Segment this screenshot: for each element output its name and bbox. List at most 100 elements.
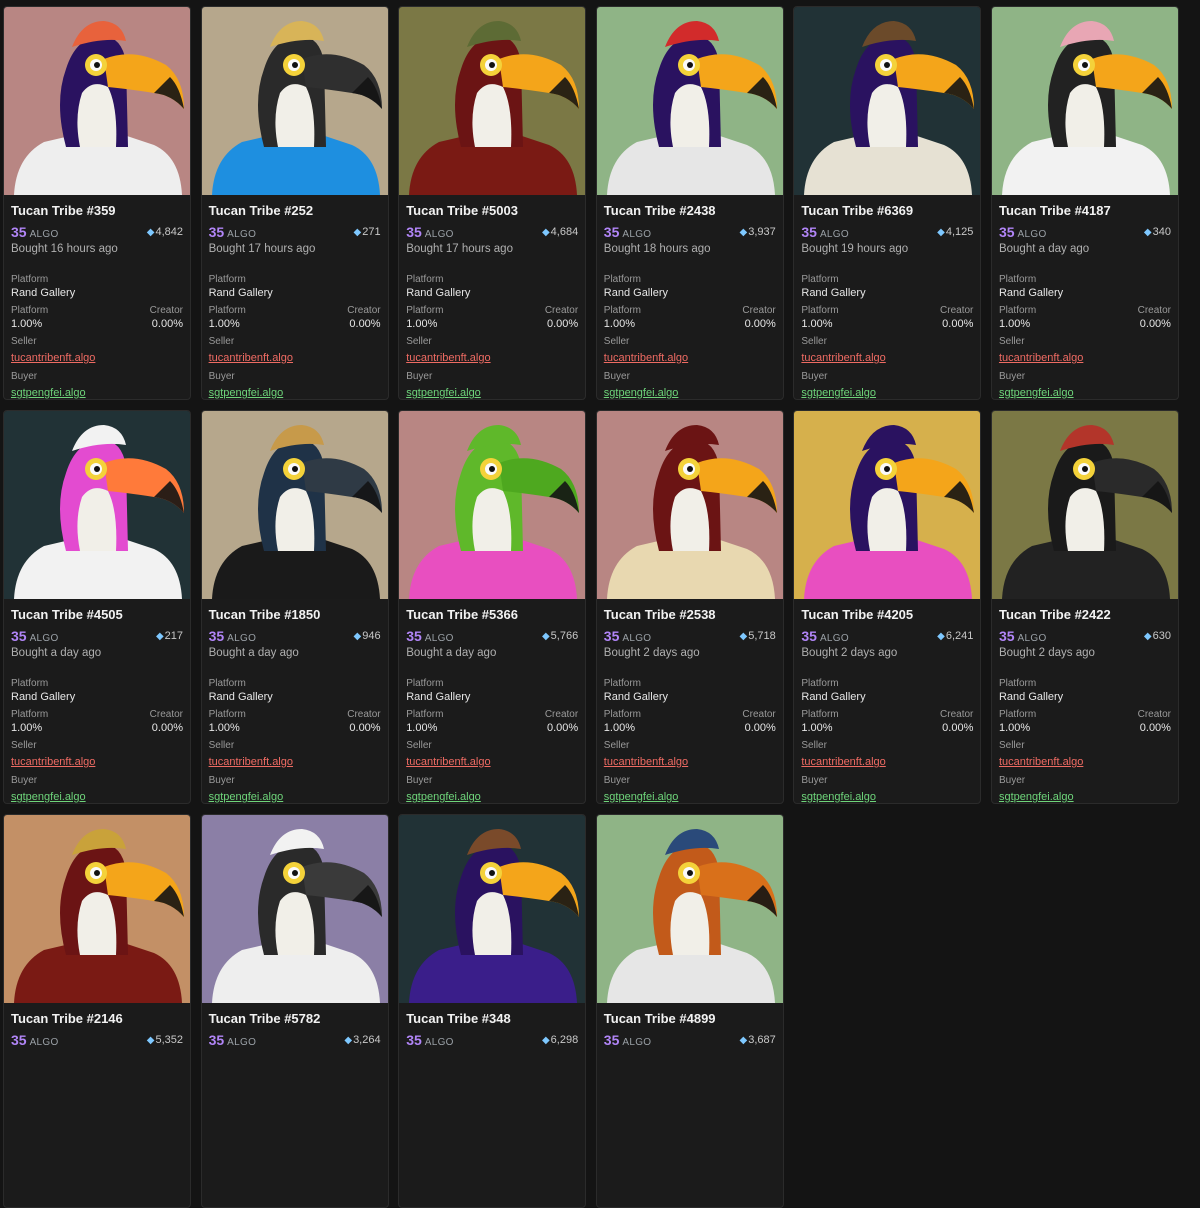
- nft-sale-card[interactable]: Tucan Tribe #2146 35 ALGO ◆ 5,352: [3, 814, 191, 1208]
- nft-sale-card[interactable]: Tucan Tribe #1850 35 ALGO ◆ 946 Bought a d…: [200, 410, 389, 804]
- fees-row: Platform 1.00% Creator 0.00%: [604, 709, 776, 735]
- nft-thumbnail[interactable]: [991, 7, 1178, 195]
- nft-sale-card[interactable]: Tucan Tribe #5366 35 ALGO ◆ 5,766 Bought a…: [398, 410, 587, 804]
- seller-link[interactable]: tucantribenft.algo: [11, 351, 95, 365]
- nft-thumbnail[interactable]: [399, 815, 586, 1003]
- buyer-link[interactable]: sgtpengfei.algo: [999, 386, 1074, 399]
- nft-sale-card[interactable]: Tucan Tribe #5782 35 ALGO ◆ 3,264: [200, 814, 389, 1208]
- buyer-link[interactable]: sgtpengfei.algo: [209, 790, 284, 803]
- nft-thumbnail[interactable]: [596, 411, 783, 599]
- buyer-label: Buyer: [998, 775, 1026, 786]
- seller-link[interactable]: tucantribenft.algo: [801, 755, 885, 769]
- seller-link[interactable]: tucantribenft.algo: [209, 351, 293, 365]
- price-row: 35 ALGO ◆ 5,766: [406, 628, 578, 644]
- buyer-link[interactable]: sgtpengfei.algo: [999, 790, 1074, 803]
- price-row: 35 ALGO ◆ 5,718: [604, 628, 776, 644]
- nft-title[interactable]: Tucan Tribe #5003: [406, 203, 578, 219]
- seller-link[interactable]: tucantribenft.algo: [604, 351, 688, 365]
- nft-title[interactable]: Tucan Tribe #4205: [801, 607, 973, 623]
- currency-label: ALGO: [819, 229, 849, 240]
- price-row: 35 ALGO ◆ 271: [209, 224, 381, 240]
- seller-block: Seller tucantribenft.algo: [801, 740, 973, 770]
- buyer-link[interactable]: sgtpengfei.algo: [604, 790, 679, 803]
- nft-sale-card[interactable]: Tucan Tribe #2538 35 ALGO ◆ 5,718 Bought 2…: [595, 410, 784, 804]
- buyer-label: Buyer: [801, 775, 828, 786]
- nft-thumbnail[interactable]: [794, 7, 981, 195]
- nft-thumbnail[interactable]: [399, 7, 586, 195]
- nft-sale-card[interactable]: Tucan Tribe #4899 35 ALGO ◆ 3,687: [595, 814, 784, 1208]
- nft-sale-card[interactable]: Tucan Tribe #2438 35 ALGO ◆ 3,937 Bought 1…: [595, 6, 784, 400]
- diamond-icon: ◆: [1143, 226, 1152, 238]
- toucan-image: [4, 411, 190, 599]
- creator-fee: 0.00%: [546, 722, 579, 734]
- platform-fee-label: Platform: [406, 305, 444, 316]
- nft-sale-card[interactable]: Tucan Tribe #4187 35 ALGO ◆ 340 Bought a d…: [990, 6, 1179, 400]
- buyer-block: Buyer sgtpengfei.algo: [801, 775, 973, 803]
- currency-label: ALGO: [29, 1037, 59, 1048]
- seller-label: Seller: [801, 336, 827, 347]
- nft-thumbnail[interactable]: [201, 7, 388, 195]
- buyer-link[interactable]: sgtpengfei.algo: [209, 386, 284, 399]
- nft-title[interactable]: Tucan Tribe #348: [406, 1011, 578, 1027]
- nft-thumbnail[interactable]: [4, 815, 190, 1003]
- nft-thumbnail[interactable]: [596, 815, 783, 1003]
- nft-sale-card[interactable]: Tucan Tribe #359 35 ALGO ◆ 4,842 Bought 16…: [3, 6, 191, 400]
- seller-link[interactable]: tucantribenft.algo: [801, 351, 885, 365]
- nft-thumbnail[interactable]: [794, 411, 981, 599]
- buyer-link[interactable]: sgtpengfei.algo: [406, 386, 481, 399]
- nft-title[interactable]: Tucan Tribe #4899: [604, 1011, 776, 1027]
- nft-title[interactable]: Tucan Tribe #252: [209, 203, 381, 219]
- sale-time: Bought a day ago: [11, 647, 102, 659]
- nft-sale-card[interactable]: Tucan Tribe #4505 35 ALGO ◆ 217 Bought a d…: [3, 410, 191, 804]
- nft-title[interactable]: Tucan Tribe #4187: [999, 203, 1171, 219]
- nft-title[interactable]: Tucan Tribe #5782: [209, 1011, 381, 1027]
- nft-thumbnail[interactable]: [399, 411, 586, 599]
- nft-sale-card[interactable]: Tucan Tribe #252 35 ALGO ◆ 271 Bought 17 h…: [200, 6, 389, 400]
- nft-title[interactable]: Tucan Tribe #2538: [604, 607, 776, 623]
- nft-sale-card[interactable]: Tucan Tribe #4205 35 ALGO ◆ 6,241 Bought 2…: [793, 410, 982, 804]
- seller-link[interactable]: tucantribenft.algo: [406, 351, 490, 365]
- nft-title[interactable]: Tucan Tribe #359: [11, 203, 183, 219]
- buyer-link[interactable]: sgtpengfei.algo: [406, 790, 481, 803]
- buyer-link[interactable]: sgtpengfei.algo: [801, 386, 876, 399]
- price: 35 ALGO: [208, 628, 257, 644]
- nft-title[interactable]: Tucan Tribe #2146: [11, 1011, 183, 1027]
- nft-thumbnail[interactable]: [4, 7, 190, 195]
- currency-label: ALGO: [29, 633, 59, 644]
- platform-fee: 1.00%: [406, 318, 438, 330]
- rarity-rank: ◆ 630: [1143, 630, 1171, 642]
- rarity-rank: ◆ 4,684: [541, 226, 579, 238]
- nft-thumbnail[interactable]: [201, 815, 388, 1003]
- seller-link[interactable]: tucantribenft.algo: [406, 755, 490, 769]
- nft-title[interactable]: Tucan Tribe #1850: [209, 607, 381, 623]
- seller-link[interactable]: tucantribenft.algo: [11, 755, 95, 769]
- nft-sale-card[interactable]: Tucan Tribe #2422 35 ALGO ◆ 630 Bought 2 d…: [990, 410, 1179, 804]
- platform-label: Platform: [406, 274, 444, 285]
- buyer-link[interactable]: sgtpengfei.algo: [11, 790, 86, 803]
- nft-thumbnail[interactable]: [201, 411, 388, 599]
- nft-sale-card[interactable]: Tucan Tribe #5003 35 ALGO ◆ 4,684 Bought 1…: [398, 6, 587, 400]
- nft-title[interactable]: Tucan Tribe #2438: [604, 203, 776, 219]
- creator-fee: 0.00%: [942, 722, 974, 734]
- buyer-link[interactable]: sgtpengfei.algo: [11, 386, 86, 399]
- seller-link[interactable]: tucantribenft.algo: [999, 755, 1083, 769]
- seller-link[interactable]: tucantribenft.algo: [999, 351, 1083, 365]
- nft-title[interactable]: Tucan Tribe #6369: [801, 203, 973, 219]
- nft-title[interactable]: Tucan Tribe #5366: [406, 607, 578, 623]
- currency-label: ALGO: [1017, 229, 1047, 240]
- nft-sale-card[interactable]: Tucan Tribe #6369 35 ALGO ◆ 4,125 Bought 1…: [793, 6, 982, 400]
- buyer-link[interactable]: sgtpengfei.algo: [801, 790, 876, 803]
- platform-label: Platform: [208, 678, 246, 689]
- creator-fee: 0.00%: [1139, 722, 1171, 734]
- nft-title[interactable]: Tucan Tribe #2422: [999, 607, 1171, 623]
- nft-thumbnail[interactable]: [596, 7, 783, 195]
- buyer-link[interactable]: sgtpengfei.algo: [604, 386, 679, 399]
- seller-link[interactable]: tucantribenft.algo: [604, 755, 688, 769]
- seller-block: Seller tucantribenft.algo: [801, 336, 973, 366]
- nft-thumbnail[interactable]: [991, 411, 1178, 599]
- seller-link[interactable]: tucantribenft.algo: [209, 755, 293, 769]
- nft-sale-card[interactable]: Tucan Tribe #348 35 ALGO ◆ 6,298: [398, 814, 587, 1208]
- nft-title[interactable]: Tucan Tribe #4505: [11, 607, 183, 623]
- creator-fee: 0.00%: [151, 318, 183, 330]
- nft-thumbnail[interactable]: [4, 411, 190, 599]
